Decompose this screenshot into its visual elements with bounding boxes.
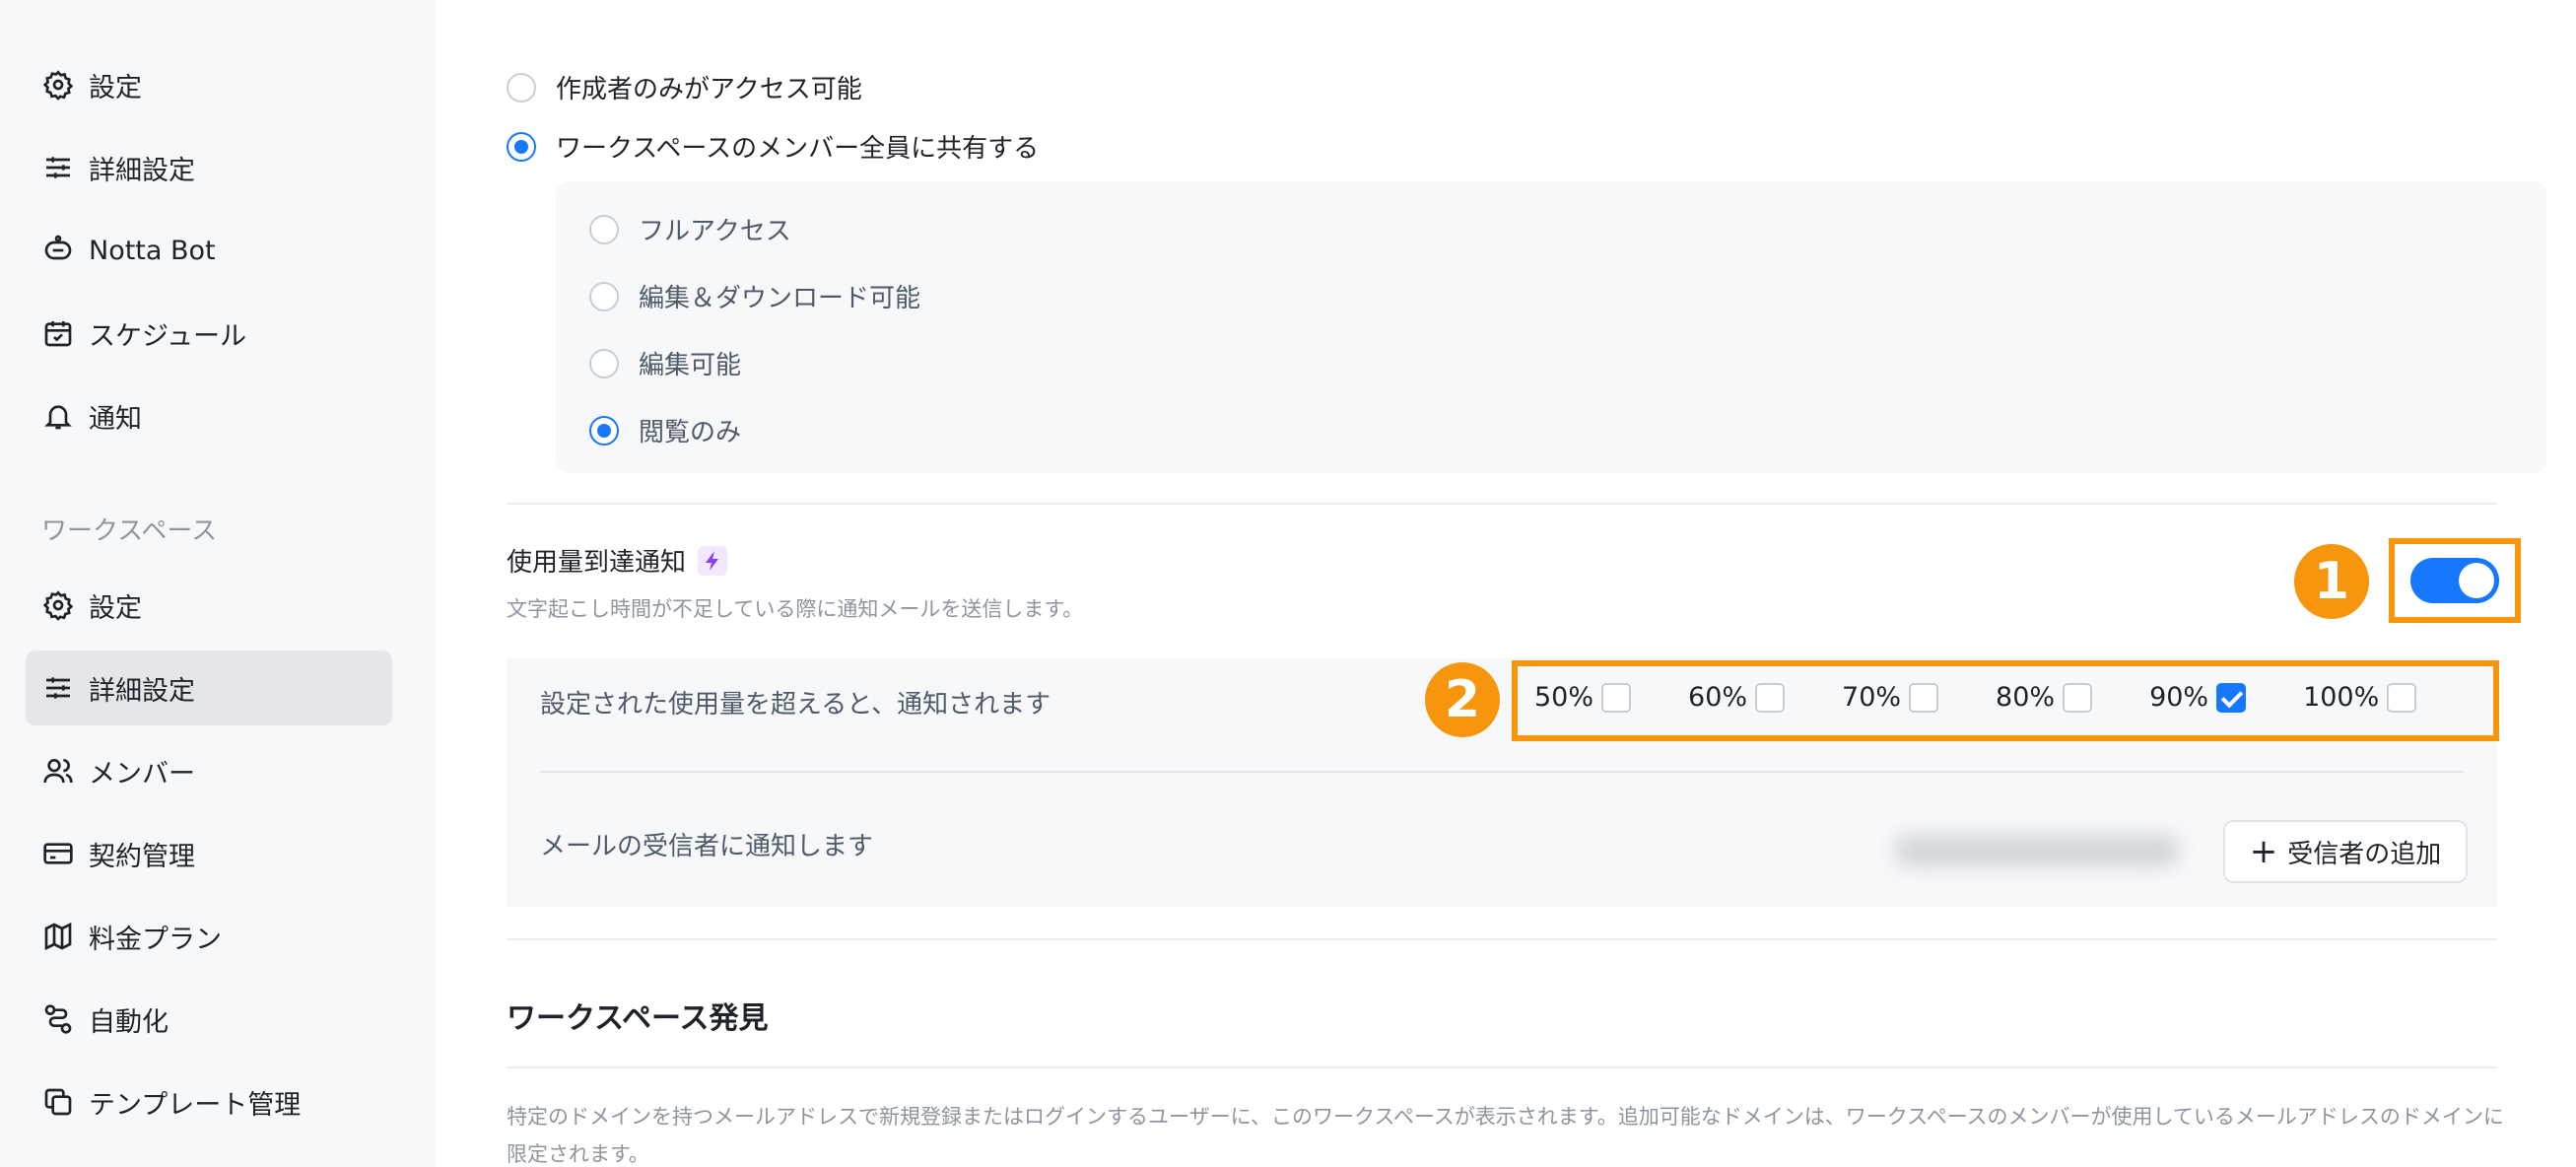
sidebar-item-notifications[interactable]: 通知	[26, 378, 392, 453]
access-option-label: 作成者のみがアクセス可能	[556, 75, 862, 104]
map-icon	[41, 920, 75, 953]
radio-button[interactable]	[589, 281, 619, 311]
sidebar-item-label: 設定	[89, 592, 142, 624]
threshold-label: 設定された使用量を超えると、通知されます	[540, 690, 1051, 720]
permission-edit-download[interactable]: 編集＆ダウンロード可能	[589, 278, 920, 314]
threshold-80[interactable]: 80%	[1996, 682, 2093, 713]
sidebar-item-label: 契約管理	[89, 841, 195, 872]
sidebar-item-automation[interactable]: 自動化	[26, 982, 392, 1057]
sidebar-item-label: 料金プラン	[89, 924, 222, 955]
sidebar-item-workspace-advanced[interactable]: 詳細設定	[26, 651, 392, 725]
threshold-checkbox[interactable]	[1601, 682, 1632, 713]
threshold-checkbox[interactable]	[2216, 682, 2247, 713]
workspace-discovery-description: 特定のドメインを持つメールアドレスで新規登録またはログインするユーザーに、このワ…	[507, 1105, 2504, 1166]
gear-icon	[41, 68, 75, 102]
threshold-checkbox[interactable]	[2387, 682, 2417, 713]
sidebar-item-label: メンバー	[89, 758, 195, 789]
permission-label: フルアクセス	[639, 217, 791, 246]
threshold-checkbox[interactable]	[1909, 682, 1939, 713]
sidebar-item-label: スケジュール	[89, 320, 247, 352]
permission-full-access[interactable]: フルアクセス	[589, 211, 791, 247]
radio-button[interactable]	[507, 131, 536, 162]
annotation-badge-1: 1	[2294, 544, 2369, 619]
access-option-label: ワークスペースのメンバー全員に共有する	[556, 134, 1040, 164]
bell-icon	[41, 399, 75, 433]
recipient-label: メールの受信者に通知します	[540, 832, 874, 861]
permission-label: 閲覧のみ	[639, 418, 742, 447]
sidebar-item-advanced-settings[interactable]: 詳細設定	[26, 130, 392, 205]
permission-panel: フルアクセス 編集＆ダウンロード可能 編集可能 閲覧のみ	[556, 181, 2546, 473]
sidebar-item-label: 詳細設定	[89, 675, 195, 707]
threshold-label-text: 80%	[1996, 682, 2056, 713]
add-recipient-label: 受信者の追加	[2287, 839, 2442, 869]
sidebar-item-templates[interactable]: テンプレート管理	[26, 1064, 392, 1139]
plus-icon: +	[2249, 832, 2278, 871]
divider	[540, 771, 2464, 773]
threshold-checkbox[interactable]	[1755, 682, 1786, 713]
threshold-90[interactable]: 90%	[2149, 682, 2247, 713]
sidebar-item-settings[interactable]: 設定	[26, 47, 392, 122]
threshold-options: 50% 60% 70% 80% 90% 100%	[1534, 682, 2417, 713]
sidebar-item-notta-bot[interactable]: Notta Bot	[26, 213, 392, 288]
sidebar-item-pricing[interactable]: 料金プラン	[26, 899, 392, 974]
sidebar-item-label: 詳細設定	[89, 155, 195, 186]
usage-notify-title-text: 使用量到達通知	[507, 548, 687, 578]
sidebar-item-label: 設定	[89, 72, 142, 103]
threshold-50[interactable]: 50%	[1534, 682, 1632, 713]
permission-view-only[interactable]: 閲覧のみ	[589, 412, 741, 448]
usage-notify-toggle[interactable]	[2410, 558, 2499, 603]
workspace-section-title: ワークスペース	[41, 516, 218, 546]
sliders-icon	[41, 671, 75, 705]
threshold-70[interactable]: 70%	[1842, 682, 1939, 713]
users-icon	[41, 754, 75, 788]
divider	[507, 503, 2497, 505]
sidebar-item-contract[interactable]: 契約管理	[26, 816, 392, 891]
radio-button[interactable]	[589, 214, 619, 244]
gear-icon	[41, 588, 75, 622]
workspace-discovery-title: ワークスペース発見	[507, 1001, 769, 1036]
threshold-label-text: 60%	[1688, 682, 1748, 713]
calendar-icon	[41, 316, 75, 350]
threshold-label-text: 90%	[2149, 682, 2209, 713]
card-icon	[41, 837, 75, 870]
threshold-label-text: 50%	[1534, 682, 1594, 713]
sidebar-item-schedule[interactable]: スケジュール	[26, 296, 392, 371]
radio-button[interactable]	[589, 415, 619, 446]
access-option-creator-only[interactable]: 作成者のみがアクセス可能	[507, 69, 862, 105]
permission-edit[interactable]: 編集可能	[589, 345, 741, 381]
threshold-100[interactable]: 100%	[2303, 682, 2417, 713]
sidebar-item-label: 通知	[89, 403, 142, 435]
add-recipient-button[interactable]: + 受信者の追加	[2223, 820, 2468, 883]
bolt-icon	[698, 545, 728, 576]
threshold-checkbox[interactable]	[2063, 682, 2093, 713]
sliders-icon	[41, 151, 75, 184]
flow-icon	[41, 1002, 75, 1036]
permission-label: 編集可能	[639, 351, 742, 380]
permission-label: 編集＆ダウンロード可能	[639, 284, 921, 313]
usage-notify-description: 文字起こし時間が不足している際に通知メールを送信します。	[507, 597, 1084, 621]
recipient-email-blurred	[1894, 834, 2180, 867]
sidebar-item-label: 自動化	[89, 1006, 169, 1038]
toggle-knob	[2459, 563, 2494, 598]
radio-button[interactable]	[507, 72, 536, 103]
threshold-label-text: 70%	[1842, 682, 1902, 713]
threshold-label-text: 100%	[2303, 682, 2380, 713]
divider	[507, 938, 2497, 940]
bot-icon	[41, 234, 75, 267]
main-content: 作成者のみがアクセス可能 ワークスペースのメンバー全員に共有する フルアクセス …	[436, 0, 2576, 1167]
threshold-60[interactable]: 60%	[1688, 682, 1786, 713]
annotation-badge-2: 2	[1425, 662, 1500, 737]
sidebar-item-members[interactable]: メンバー	[26, 733, 392, 808]
template-icon	[41, 1085, 75, 1119]
sidebar: 設定 詳細設定 Notta Bot スケジュール 通知 ワークスペース 設定 詳…	[0, 0, 436, 1167]
radio-button[interactable]	[589, 348, 619, 378]
sidebar-item-label: Notta Bot	[89, 235, 216, 266]
access-option-share-all[interactable]: ワークスペースのメンバー全員に共有する	[507, 128, 1039, 165]
divider	[507, 1066, 2497, 1068]
sidebar-item-label: テンプレート管理	[89, 1089, 302, 1121]
sidebar-item-workspace-settings[interactable]: 設定	[26, 568, 392, 643]
usage-notify-title: 使用量到達通知	[507, 542, 728, 579]
